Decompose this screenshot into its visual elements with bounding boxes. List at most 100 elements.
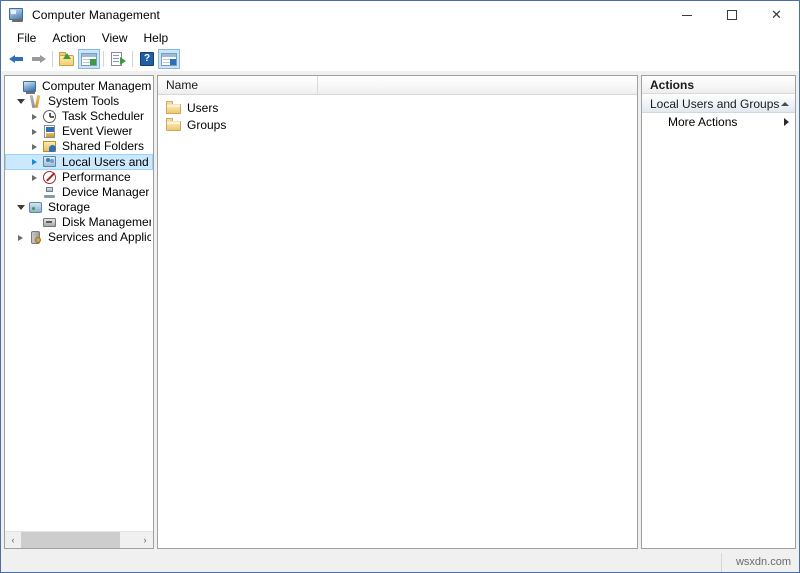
actions-group-header-local-users-and-groups[interactable]: Local Users and Groups [642, 94, 795, 113]
tree-item-computer-management[interactable]: Computer Management (Local [5, 79, 153, 94]
tree-expander-closed[interactable] [13, 234, 28, 241]
tree-scroll-area: Computer Management (Local System Tools … [5, 76, 153, 531]
scroll-track[interactable] [21, 532, 137, 548]
list-item[interactable]: Groups [158, 116, 637, 133]
system-tools-icon [28, 95, 44, 109]
window-title: Computer Management [32, 8, 160, 22]
tree-item-label: Task Scheduler [62, 109, 145, 123]
result-list-pane: Name Users Groups [157, 75, 638, 549]
console-tree-pane: Computer Management (Local System Tools … [4, 75, 154, 549]
scroll-thumb[interactable] [21, 532, 120, 548]
menu-bar: File Action View Help [1, 29, 799, 48]
tree-item-device-manager[interactable]: Device Manager [5, 185, 153, 200]
disk-icon [42, 216, 58, 230]
caret-up-icon[interactable] [781, 101, 789, 106]
users-groups-icon [42, 155, 58, 169]
scroll-right-button[interactable]: › [137, 532, 153, 548]
tree-item-label: System Tools [48, 94, 120, 108]
export-list-button[interactable] [107, 49, 129, 69]
column-header-row: Name [158, 76, 637, 95]
tree-item-services-and-applications[interactable]: Services and Applications [5, 230, 153, 245]
up-one-level-button[interactable] [56, 49, 78, 69]
tree-expander-open[interactable] [13, 99, 28, 104]
export-list-icon [110, 52, 126, 66]
tree-horizontal-scrollbar[interactable]: ‹ › [5, 531, 153, 548]
tree-item-label: Disk Management [62, 215, 151, 229]
tree-item-task-scheduler[interactable]: Task Scheduler [5, 109, 153, 124]
tree-item-event-viewer[interactable]: Event Viewer [5, 124, 153, 139]
caret-right-icon [784, 117, 789, 126]
forward-button[interactable] [27, 49, 49, 69]
tree-expander-closed[interactable] [27, 113, 42, 120]
folder-icon [166, 101, 182, 114]
window-controls: ✕ [664, 1, 799, 29]
action-item-more-actions[interactable]: More Actions [642, 113, 795, 130]
close-button[interactable]: ✕ [754, 1, 799, 29]
menu-action[interactable]: Action [44, 30, 93, 47]
folder-up-icon [59, 52, 75, 66]
forward-arrow-icon [31, 53, 46, 66]
title-bar: Computer Management ✕ [1, 1, 799, 29]
tree-item-storage[interactable]: Storage [5, 200, 153, 215]
column-header-name[interactable]: Name [158, 76, 318, 94]
toolbar-separator [103, 51, 104, 67]
back-button[interactable] [5, 49, 27, 69]
tree-item-label: Services and Applications [48, 230, 151, 244]
toolbar: ? [1, 48, 799, 71]
tree-expander-closed[interactable] [27, 128, 42, 135]
tree-item-label: Device Manager [62, 185, 150, 199]
tree-item-label: Shared Folders [62, 139, 145, 153]
show-hide-action-pane-button[interactable] [158, 49, 180, 69]
tree-expander-closed[interactable] [27, 143, 42, 150]
tree-item-label: Performance [62, 170, 131, 184]
tree-item-system-tools[interactable]: System Tools [5, 94, 153, 109]
event-log-icon [42, 124, 58, 139]
menu-view[interactable]: View [94, 30, 136, 47]
tree-item-label: Computer Management (Local [42, 79, 151, 93]
tree-item-disk-management[interactable]: Disk Management [5, 215, 153, 230]
list-item[interactable]: Users [158, 99, 637, 116]
tree-item-label: Storage [48, 200, 91, 214]
tree-expander-open[interactable] [13, 205, 28, 210]
tree-item-local-users-and-groups[interactable]: Local Users and Groups [5, 154, 153, 170]
action-item-label: More Actions [668, 114, 738, 129]
watermark: wsxdn.com [720, 553, 799, 572]
tree-item-performance[interactable]: Performance [5, 170, 153, 185]
services-icon [28, 230, 44, 245]
help-button[interactable]: ? [136, 49, 158, 69]
scroll-left-button[interactable]: ‹ [5, 532, 21, 548]
tree-item-label: Event Viewer [62, 124, 133, 138]
list-item-label: Groups [187, 117, 227, 132]
show-hide-console-tree-button[interactable] [78, 49, 100, 69]
computer-management-window: Computer Management ✕ File Action View H… [0, 0, 800, 573]
toolbar-separator [52, 51, 53, 67]
help-question-icon: ? [140, 52, 154, 66]
device-manager-icon [42, 186, 58, 200]
folder-icon [166, 118, 182, 131]
actions-pane-title: Actions [642, 76, 795, 94]
menu-help[interactable]: Help [136, 30, 177, 47]
minimize-icon [681, 14, 692, 16]
status-bar: wsxdn.com [1, 553, 799, 572]
tree-expander-closed[interactable] [27, 174, 42, 181]
toolbar-separator [132, 51, 133, 67]
maximize-button[interactable] [709, 1, 754, 29]
mmc-console-icon [9, 7, 25, 23]
actions-group-label: Local Users and Groups [650, 96, 780, 111]
console-body: Computer Management (Local System Tools … [1, 75, 799, 549]
close-icon: ✕ [771, 7, 782, 23]
tree-item-shared-folders[interactable]: Shared Folders [5, 139, 153, 154]
performance-icon [42, 170, 58, 185]
tree-item-label: Local Users and Groups [62, 154, 150, 169]
minimize-button[interactable] [664, 1, 709, 29]
actions-pane: Actions Local Users and Groups More Acti… [641, 75, 796, 549]
back-arrow-icon [8, 53, 24, 66]
menu-file[interactable]: File [9, 30, 44, 47]
tree-expander-closed[interactable] [27, 159, 42, 165]
console-tree-icon [81, 52, 97, 66]
storage-icon [28, 201, 44, 215]
list-body: Users Groups [158, 95, 637, 548]
list-item-label: Users [187, 100, 219, 115]
clock-icon [42, 109, 58, 124]
action-pane-icon [161, 52, 177, 66]
